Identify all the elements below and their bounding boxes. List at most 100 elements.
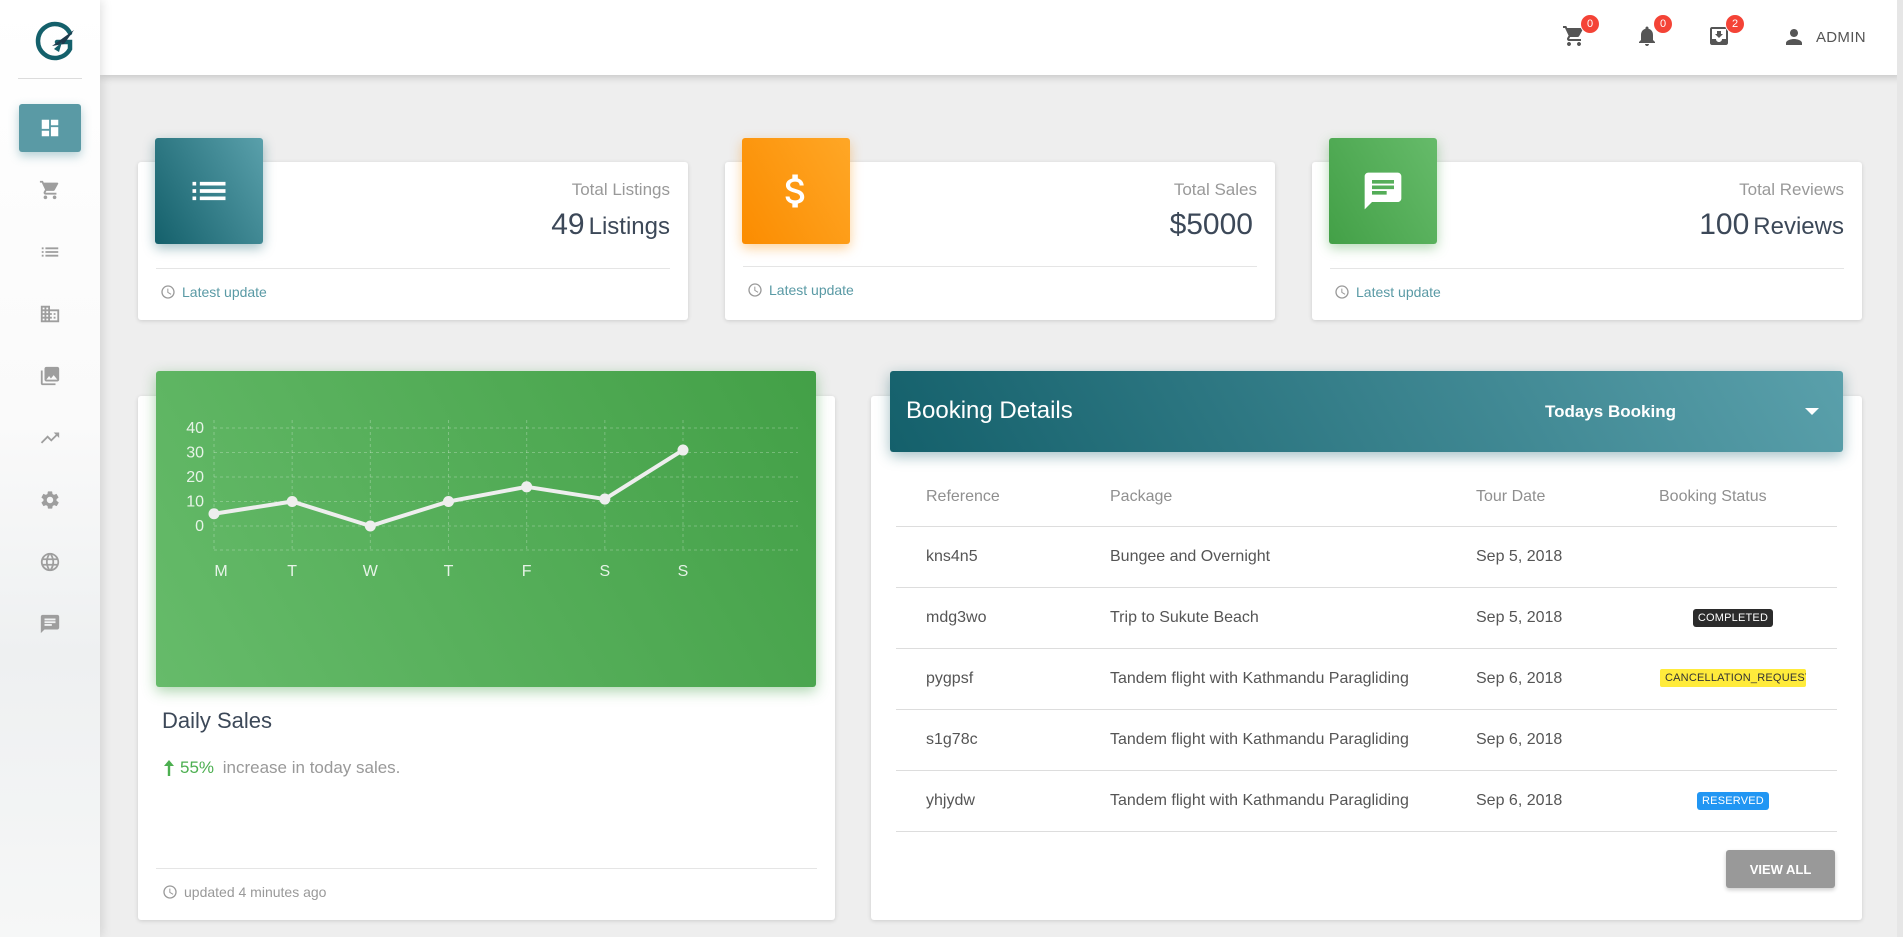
cell-package: Tandem flight with Kathmandu Paragliding	[1080, 709, 1446, 771]
column-header-package: Package	[1080, 468, 1446, 527]
cell-tour-date: Sep 6, 2018	[1446, 709, 1629, 771]
table-row[interactable]: yhjydw Tandem flight with Kathmandu Para…	[896, 770, 1837, 832]
stat-number: $5000	[1169, 208, 1253, 241]
top-navbar: 0 0 2 ADMIN	[100, 0, 1903, 75]
sidebar-item-gallery[interactable]	[19, 352, 81, 400]
booking-filter-select[interactable]: Todays Booking	[1545, 395, 1827, 429]
sidebar-item-settings[interactable]	[19, 476, 81, 524]
stat-icon-box	[1329, 138, 1437, 244]
cell-status	[1629, 709, 1837, 771]
column-header-reference: Reference	[896, 468, 1080, 527]
cell-reference: mdg3wo	[896, 587, 1080, 649]
messages-button[interactable]: 2	[1707, 14, 1745, 50]
list-icon	[192, 181, 226, 201]
cell-package: Trip to Sukute Beach	[1080, 587, 1446, 649]
data-point	[208, 508, 220, 520]
user-menu[interactable]: ADMIN	[1782, 25, 1866, 49]
globe-icon	[40, 552, 60, 572]
sidebar-item-reports[interactable]	[19, 414, 81, 462]
sidebar-item-cart[interactable]	[19, 166, 81, 214]
chat-icon	[40, 614, 60, 634]
dollar-icon	[785, 174, 805, 208]
data-point	[364, 520, 376, 532]
data-point	[521, 481, 533, 493]
sidebar-item-listings[interactable]	[19, 228, 81, 276]
table-row[interactable]: pygpsf Tandem flight with Kathmandu Para…	[896, 648, 1837, 710]
chat-icon	[1364, 172, 1402, 210]
building-icon	[40, 305, 60, 323]
brand-logo[interactable]	[30, 16, 80, 66]
cell-package: Tandem flight with Kathmandu Paragliding	[1080, 770, 1446, 832]
dashboard-icon	[41, 119, 59, 137]
booking-header: Booking Details Todays Booking	[890, 371, 1843, 452]
cart-icon	[39, 180, 59, 200]
clock-icon	[161, 285, 175, 299]
user-label: ADMIN	[1816, 28, 1866, 46]
stat-category: Total Listings	[571, 180, 670, 199]
stat-footer-link[interactable]: Latest update	[769, 282, 854, 298]
sidebar-item-reviews[interactable]	[19, 600, 81, 648]
notifications-button[interactable]: 0	[1635, 14, 1673, 50]
stat-category: Total Sales	[1173, 180, 1257, 199]
stat-value: $5000	[1170, 208, 1257, 242]
table-row[interactable]: kns4n5 Bungee and Overnight Sep 5, 2018	[896, 526, 1837, 588]
cell-reference: pygpsf	[896, 648, 1080, 710]
stat-divider	[743, 266, 1257, 267]
notifications-count-badge: 0	[1653, 14, 1673, 34]
table-row[interactable]: mdg3wo Trip to Sukute Beach Sep 5, 2018 …	[896, 587, 1837, 649]
daily-sales-percent: 55%	[180, 758, 215, 777]
stat-footer-link[interactable]: Latest update	[1356, 284, 1441, 300]
booking-title: Booking Details	[906, 397, 1073, 424]
cell-tour-date: Sep 5, 2018	[1446, 526, 1629, 588]
updated-text: updated 4 minutes ago	[184, 884, 327, 900]
cart-count-badge: 0	[1580, 14, 1600, 34]
table-header-row: Reference Package Tour Date Booking Stat…	[896, 468, 1837, 527]
clock-icon	[163, 885, 177, 899]
status-badge: RESERVED	[1697, 792, 1769, 810]
y-tick-label: 0	[195, 518, 204, 535]
stat-icon-box	[155, 138, 263, 244]
x-tick-label: S	[678, 563, 689, 580]
stat-unit: Listings	[588, 213, 670, 240]
status-badge: CANCELLATION_REQUESTED	[1660, 669, 1806, 688]
daily-sales-footer: updated 4 minutes ago	[162, 884, 326, 900]
booking-filter-value: Todays Booking	[1545, 402, 1676, 421]
stat-card-sales: Total Sales $5000 Latest update	[725, 138, 1275, 320]
cell-tour-date: Sep 5, 2018	[1446, 587, 1629, 649]
cell-status: RESERVED	[1629, 770, 1837, 832]
list-icon	[41, 247, 59, 257]
table-row[interactable]: s1g78c Tandem flight with Kathmandu Para…	[896, 709, 1837, 771]
cart-button[interactable]: 0	[1562, 14, 1600, 50]
cell-status: COMPLETED	[1629, 587, 1837, 649]
arrow-up-icon	[164, 760, 174, 776]
view-all-button[interactable]: VIEW ALL	[1726, 850, 1835, 888]
y-tick-label: 40	[186, 420, 204, 437]
cell-tour-date: Sep 6, 2018	[1446, 770, 1629, 832]
booking-details-card: Booking Details Todays Booking Reference…	[871, 371, 1862, 920]
column-header-booking-status: Booking Status	[1629, 468, 1837, 527]
cell-tour-date: Sep 6, 2018	[1446, 648, 1629, 710]
daily-sales-summary: 55% increase in today sales.	[162, 758, 400, 778]
stat-card-listings: Total Listings 49 Listings Latest update	[138, 138, 688, 320]
x-tick-label: S	[599, 563, 610, 580]
stat-card-reviews: Total Reviews 100 Reviews Latest update	[1312, 138, 1862, 320]
daily-sales-card: 0 10 20 30 40 M T W T F S S Daily Sales 55% increas…	[138, 371, 835, 920]
cell-package: Bungee and Overnight	[1080, 526, 1446, 588]
booking-table: Reference Package Tour Date Booking Stat…	[896, 468, 1837, 832]
data-point	[677, 444, 689, 456]
sidebar-item-business[interactable]	[19, 290, 81, 338]
sidebar-item-dashboard[interactable]	[19, 104, 81, 152]
cell-reference: kns4n5	[896, 526, 1080, 588]
page-scrollbar[interactable]	[1897, 0, 1903, 937]
cell-reference: s1g78c	[896, 709, 1080, 771]
stat-footer-link[interactable]: Latest update	[182, 284, 267, 300]
stat-footer: Latest update	[1334, 284, 1441, 300]
column-header-tour-date: Tour Date	[1446, 468, 1629, 527]
messages-count-badge: 2	[1725, 14, 1745, 34]
trending-up-icon	[40, 432, 60, 444]
stat-footer: Latest update	[160, 284, 267, 300]
stat-number: 100	[1699, 208, 1750, 241]
sidebar-item-language[interactable]	[19, 538, 81, 586]
x-tick-label: M	[214, 563, 227, 580]
sidebar-divider	[18, 78, 82, 79]
